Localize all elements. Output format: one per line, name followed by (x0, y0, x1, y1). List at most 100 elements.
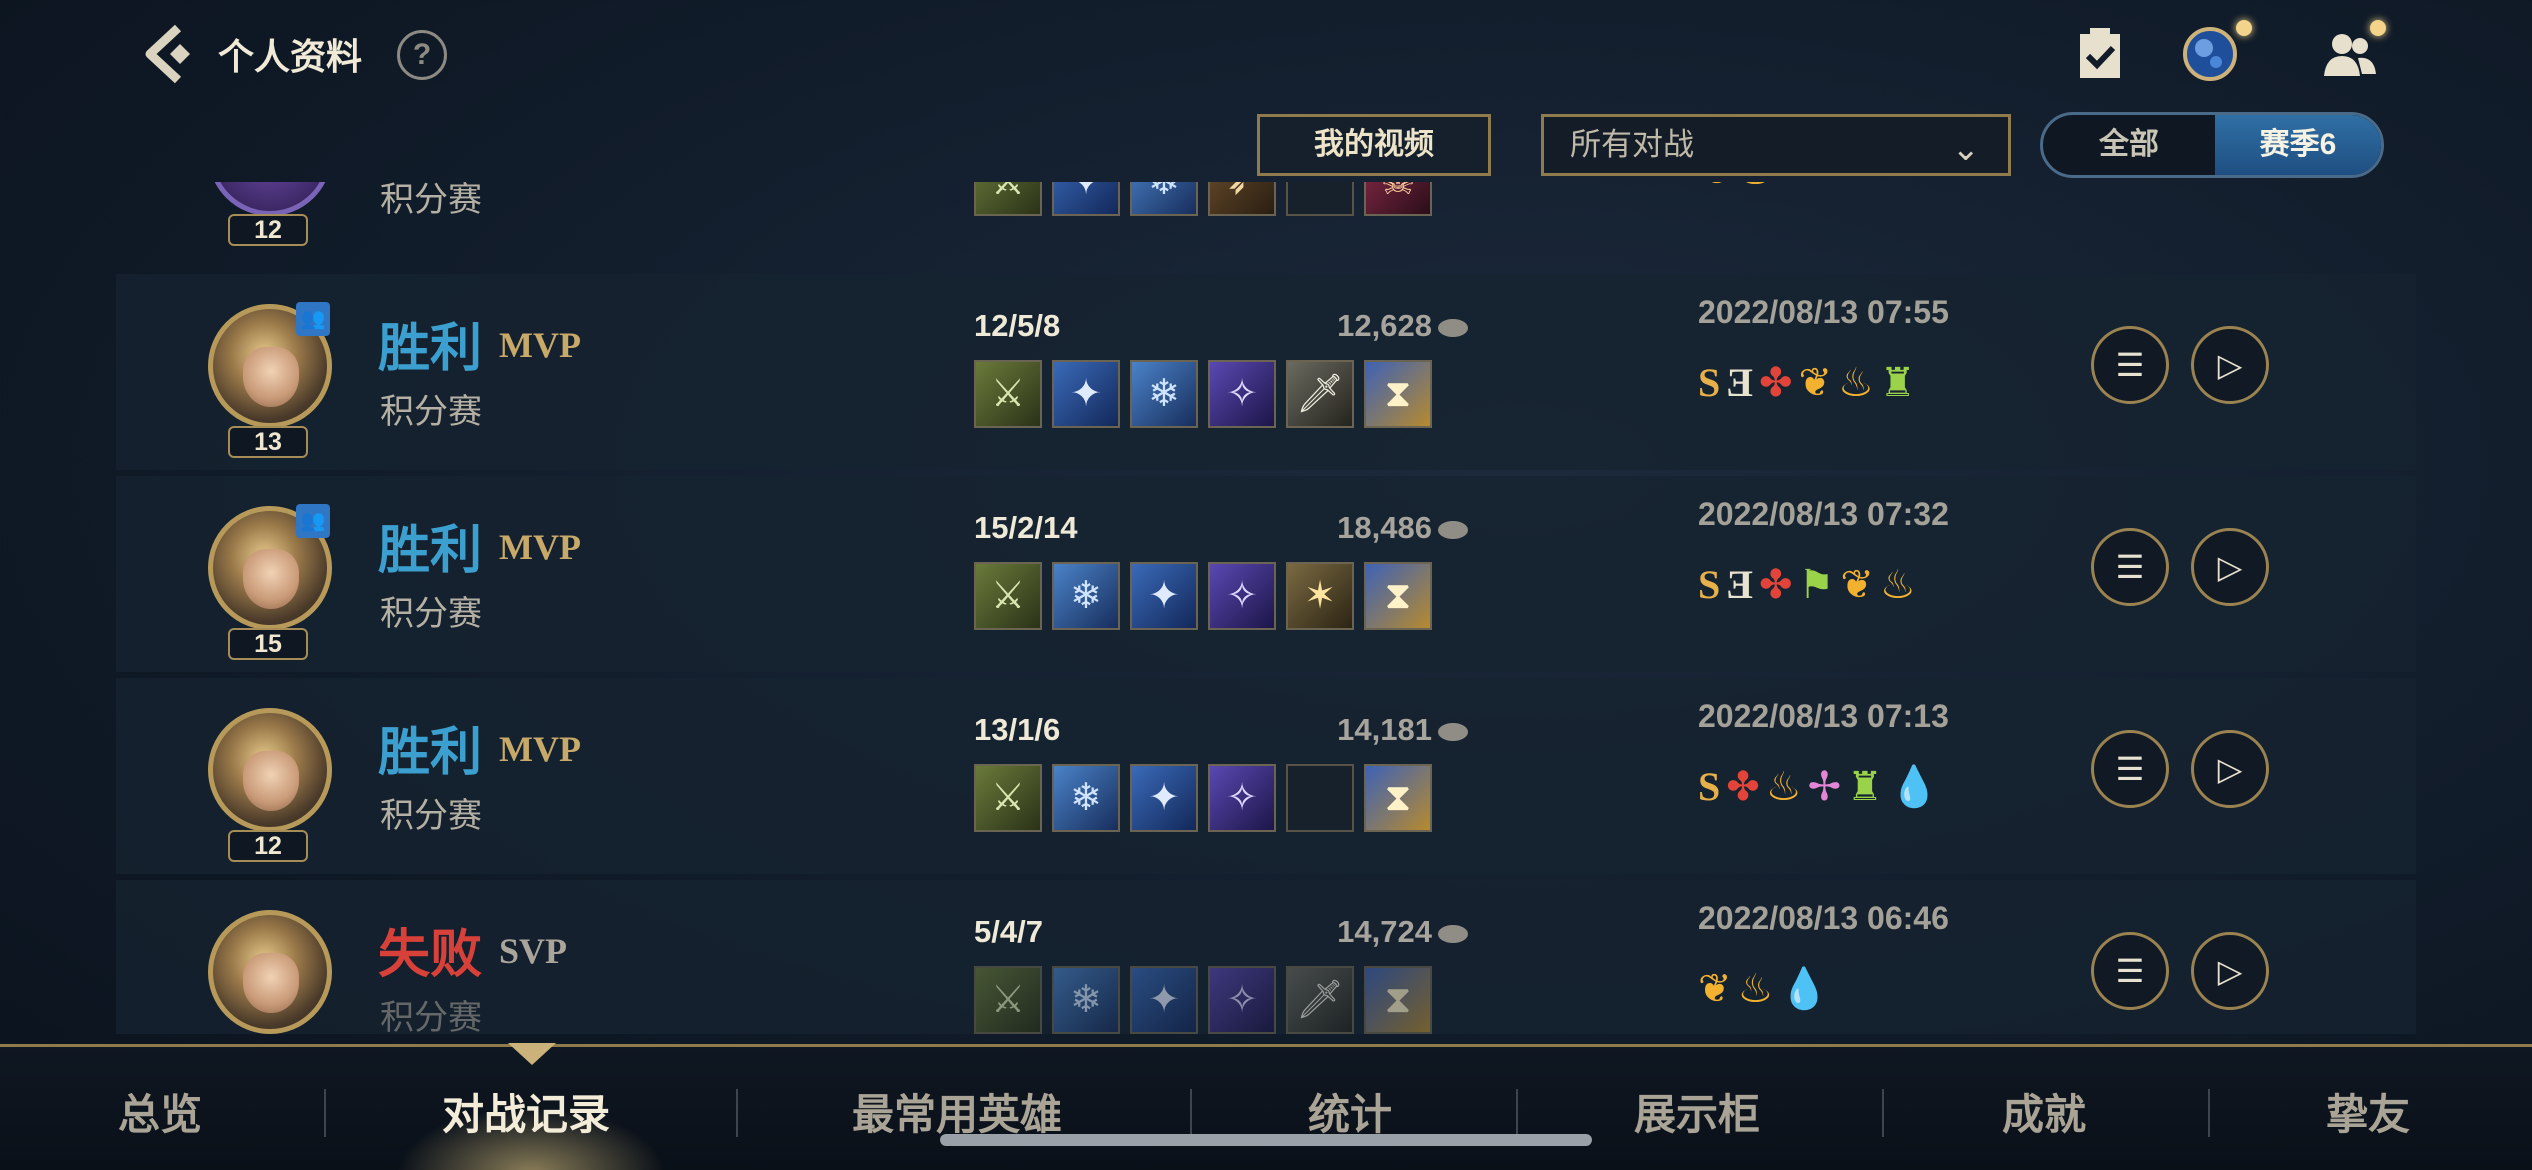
match-type-select[interactable]: 所有对战 ⌄ (1541, 114, 2011, 176)
hourglass-icon: ⧗ (1366, 564, 1430, 628)
match-detail-button[interactable]: ☰ (2091, 730, 2169, 808)
sword-icon: ⚔ (976, 968, 1040, 1032)
sword-icon: ⚔ (976, 564, 1040, 628)
gold-value: 12,628 (1337, 308, 1432, 343)
fire-icon: ♨ (1738, 182, 1774, 196)
item-slot: ✧ (1208, 764, 1276, 832)
match-detail-button[interactable]: ☰ (2091, 932, 2169, 1010)
active-tab-caret-icon (508, 1043, 556, 1067)
kda: 15/2/14 (974, 510, 1078, 545)
drop-icon: 💧 (1889, 765, 1939, 809)
replay-button[interactable]: ▷ (2191, 528, 2269, 606)
item-slot: ✦ (1130, 966, 1198, 1034)
gold-value: 14,181 (1337, 712, 1432, 747)
tab-overview[interactable]: 总览 (118, 1081, 202, 1142)
hero-face (243, 549, 299, 609)
item-slot: ✧ (1208, 562, 1276, 630)
item-slot: ❄ (1052, 562, 1120, 630)
tab-favorite-heroes[interactable]: 最常用英雄 (852, 1081, 1062, 1142)
replay-icon: ▷ (2217, 751, 2243, 787)
honor-badges: S Ǝ ✤ ❦ ♨ ♜ (1698, 358, 1922, 408)
match-date: 2022/08/13 07:13 (1698, 698, 1949, 734)
replay-button[interactable]: ▷ (2191, 730, 2269, 808)
tab-stats[interactable]: 统计 (1308, 1081, 1392, 1142)
list-icon: ☰ (2115, 751, 2145, 787)
replay-button[interactable]: ▷ (2191, 326, 2269, 404)
nav-divider (1516, 1089, 1518, 1137)
item-slot: ✧ (1208, 360, 1276, 428)
mask-icon: ☠ (1366, 182, 1430, 214)
s-rank-icon: S (1698, 562, 1721, 607)
item-slot: ❄ (1052, 966, 1120, 1034)
tab-match-history[interactable]: 对战记录 (442, 1081, 610, 1142)
item-slot: ✶ (1286, 562, 1354, 630)
tab-close-friends[interactable]: 挚友 (2326, 1081, 2410, 1142)
hero-face (243, 751, 299, 811)
item-slot-empty (1286, 764, 1354, 832)
triple-kill-icon: Ǝ (1726, 360, 1753, 405)
gold-value: 14,724 (1337, 914, 1432, 949)
hourglass-icon: ⧗ (1366, 766, 1430, 830)
nav-divider (1190, 1089, 1192, 1137)
item-slot: 🗡 (1286, 966, 1354, 1034)
wings-icon: ✤ (1758, 361, 1793, 405)
item-slot: ✦ (1052, 360, 1120, 428)
help-icon[interactable]: ? (397, 30, 447, 80)
replay-icon: ▷ (2217, 549, 2243, 585)
chevron-down-icon: ⌄ (1951, 130, 1981, 168)
tasks-button[interactable] (2070, 24, 2130, 84)
blade-icon: ✦ (1132, 968, 1196, 1032)
match-row[interactable]: 失败 SVP 积分赛 5/4/7 14,724 ⚔ ❄ ✦ ✧ 🗡 ⧗ 2022… (116, 880, 2416, 1034)
blade-icon: ✦ (1054, 182, 1118, 214)
nav-divider (736, 1089, 738, 1137)
match-result: 胜利 (378, 522, 483, 580)
list-icon: ☰ (2115, 953, 2145, 989)
item-slot: ⚔ (974, 360, 1042, 428)
replay-button[interactable]: ▷ (2191, 932, 2269, 1010)
match-row[interactable]: 👥 15 胜利 MVP 积分赛 15/2/14 18,486 ⚔ ❄ ✦ ✧ ✶… (116, 476, 2416, 672)
match-list[interactable]: 12 积分赛 ⚔ ✦ ❄ ➶ ☠ ❦♨ 👥 13 胜利 MVP 积分赛 12/5… (0, 182, 2532, 1034)
hero-face (243, 347, 299, 407)
void-blade-icon: ✧ (1210, 362, 1274, 426)
item-slot: ✧ (1208, 966, 1276, 1034)
honor-badges: ❦♨ (1698, 182, 1779, 196)
match-detail-button[interactable]: ☰ (2091, 528, 2169, 606)
match-type-value: 所有对战 (1570, 127, 1694, 162)
item-slot: ☠ (1364, 182, 1432, 216)
crystal-icon: ❄ (1054, 968, 1118, 1032)
friends-button[interactable] (2320, 20, 2386, 84)
match-row[interactable]: 👥 13 胜利 MVP 积分赛 12/5/8 12,628 ⚔ ✦ ❄ ✧ 🗡 … (116, 274, 2416, 470)
wings-icon: ✤ (1758, 563, 1793, 607)
match-date: 2022/08/13 06:46 (1698, 900, 1949, 936)
match-detail-button[interactable]: ☰ (2091, 326, 2169, 404)
my-video-button[interactable]: 我的视频 (1257, 114, 1491, 176)
scope-all-option[interactable]: 全部 (2043, 115, 2215, 175)
notification-dot (2236, 20, 2252, 36)
tab-showcase[interactable]: 展示柜 (1634, 1081, 1760, 1142)
back-button[interactable] (140, 22, 200, 86)
top-bar: 个人资料 ? (0, 0, 2532, 110)
void-blade-icon: ✧ (1210, 564, 1274, 628)
gold-value: 18,486 (1337, 510, 1432, 545)
item-slot: ❄ (1130, 182, 1198, 216)
match-row[interactable]: 12 胜利 MVP 积分赛 13/1/6 14,181 ⚔ ❄ ✦ ✧ ⧗ 20… (116, 678, 2416, 874)
hero-avatar (208, 182, 332, 216)
world-orb-button[interactable] (2180, 20, 2252, 84)
item-slot: ✦ (1052, 182, 1120, 216)
tab-achievements[interactable]: 成就 (2002, 1081, 2086, 1142)
item-slot: ⚔ (974, 562, 1042, 630)
mvp-tag: MVP (499, 527, 581, 567)
scope-season-option[interactable]: 赛季6 (2215, 115, 2381, 175)
item-slot: ⚔ (974, 764, 1042, 832)
list-icon: ☰ (2115, 347, 2145, 383)
home-indicator[interactable] (940, 1134, 1592, 1146)
item-slot: ❄ (1130, 360, 1198, 428)
item-slot: ⧗ (1364, 966, 1432, 1034)
angel-icon: ✢ (1807, 765, 1842, 809)
nav-divider (324, 1089, 326, 1137)
match-row-partial[interactable]: 12 积分赛 ⚔ ✦ ❄ ➶ ☠ ❦♨ (116, 182, 2416, 258)
steel-sword-icon: 🗡 (1288, 968, 1352, 1032)
mvp-tag: MVP (499, 325, 581, 365)
item-slot: ⚔ (974, 182, 1042, 216)
star-shuriken-icon: ✶ (1288, 564, 1352, 628)
